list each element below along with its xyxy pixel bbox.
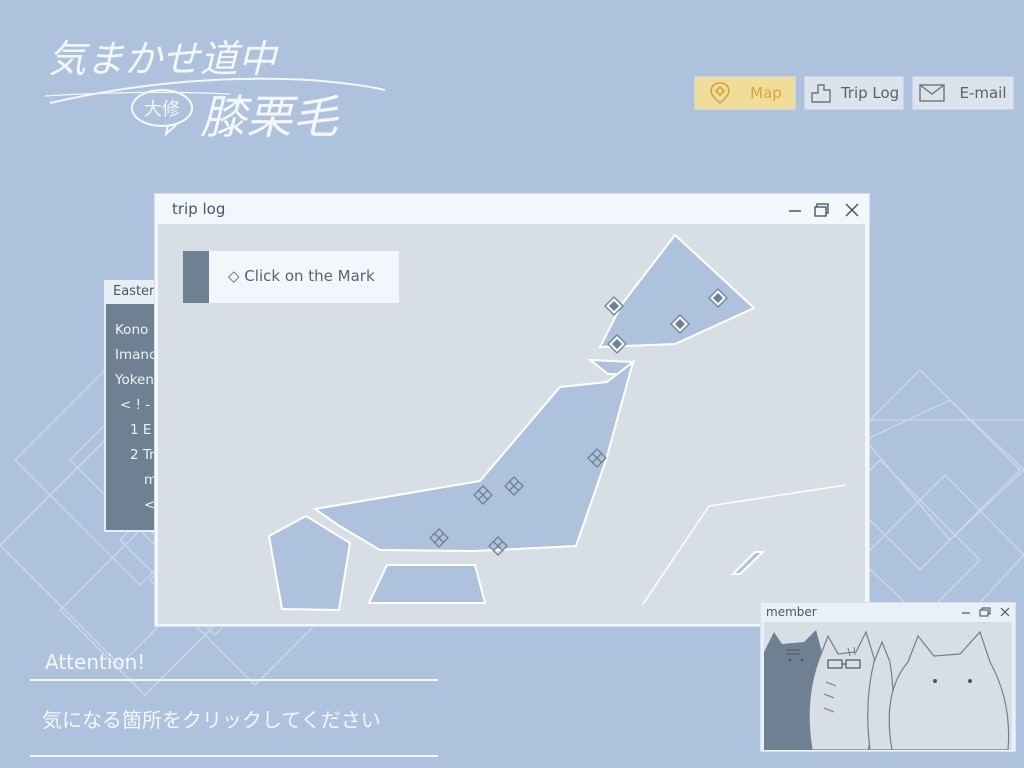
- easter-line: < ! -: [120, 397, 151, 413]
- trip-log-titlebar[interactable]: trip log: [155, 194, 869, 224]
- member-window-title: member: [766, 605, 817, 619]
- close-icon[interactable]: [999, 606, 1011, 618]
- honshu-island: [312, 359, 635, 553]
- attention-divider-top: [30, 679, 438, 681]
- close-icon[interactable]: [844, 202, 860, 218]
- easter-line: Yoken: [115, 372, 154, 388]
- nav-map-button[interactable]: Map: [694, 76, 796, 110]
- easter-line: Kono: [115, 322, 149, 338]
- minimize-icon[interactable]: [787, 202, 803, 218]
- nav-trip-log-label: Trip Log: [840, 84, 900, 102]
- attention-text: 気になる箇所をクリックしてください: [42, 708, 381, 732]
- attention-divider-bottom: [30, 755, 438, 757]
- nav-email-label: E-mail: [959, 84, 1007, 102]
- member-illustration: [764, 622, 1012, 750]
- easter-line: Imanc: [115, 347, 157, 363]
- logo-line2: 膝栗毛: [200, 90, 339, 144]
- maximize-icon[interactable]: [979, 606, 991, 618]
- map-pin-icon: [710, 82, 730, 105]
- attention-title: Attention!: [45, 650, 146, 674]
- nav-trip-log-button[interactable]: Trip Log: [804, 76, 904, 110]
- nav-email-button[interactable]: E-mail: [912, 76, 1014, 110]
- shikoku-island: [367, 564, 487, 604]
- maximize-icon[interactable]: [814, 202, 830, 218]
- kyushu-island: [267, 514, 352, 612]
- notebook-icon: [811, 84, 831, 103]
- envelope-icon: [919, 84, 946, 102]
- site-logo: 気まかせ道中 大修 膝栗毛: [44, 37, 386, 144]
- minimize-icon[interactable]: [960, 606, 972, 618]
- hint-box: ◇ Click on the Mark: [183, 251, 399, 303]
- logo-bubble-text: 大修: [144, 99, 180, 120]
- trip-log-window: trip log ◇ Click on the Mark: [154, 193, 870, 627]
- hint-accent-bar: [183, 251, 209, 303]
- easter-line: 1 E: [130, 422, 152, 438]
- trip-log-title: trip log: [172, 200, 226, 218]
- logo-line1: 気まかせ道中: [48, 37, 279, 81]
- member-window: member: [760, 602, 1016, 752]
- easter-line: 2 Tr: [130, 447, 155, 463]
- map-canvas: ◇ Click on the Mark: [158, 224, 865, 624]
- hint-text: ◇ Click on the Mark: [228, 267, 375, 285]
- small-island: [730, 551, 766, 575]
- nav-map-label: Map: [750, 84, 782, 102]
